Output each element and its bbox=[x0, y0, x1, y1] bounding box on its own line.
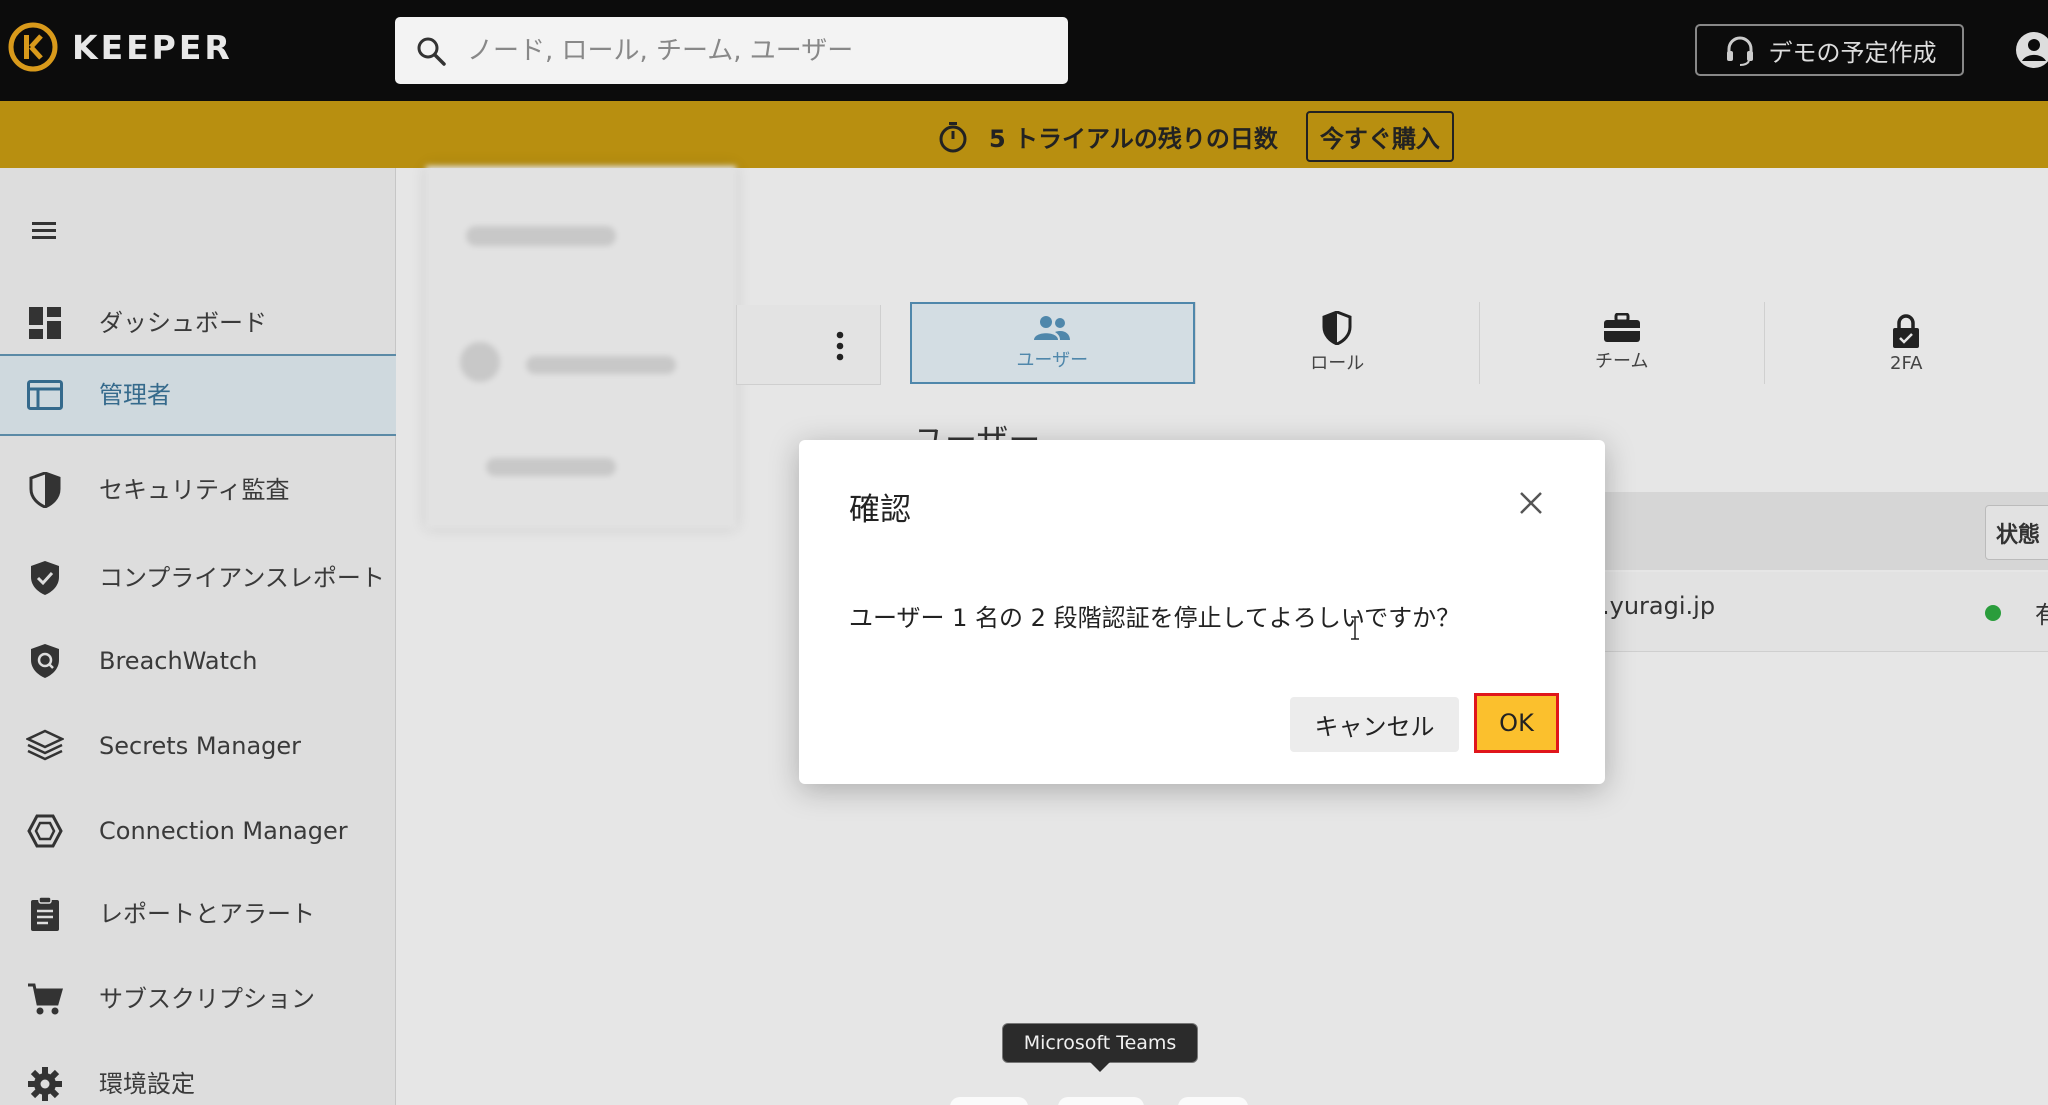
status-active-indicator bbox=[1985, 605, 2001, 621]
sidebar: ダッシュボード 管理者 セキュリティ監査 コンプライアンスレポート Breach… bbox=[0, 168, 396, 1105]
gear-icon bbox=[26, 1065, 64, 1103]
schedule-demo-label: デモの予定作成 bbox=[1768, 38, 1937, 67]
brand-name: KEEPER bbox=[72, 27, 233, 67]
keeper-logo[interactable]: KEEPER bbox=[8, 22, 233, 72]
keeper-logo-icon bbox=[8, 22, 58, 72]
confirm-dialog: 確認 ユーザー 1 名の 2 段階認証を停止してよろしいですか？ キャンセル O… bbox=[799, 440, 1605, 784]
cart-icon bbox=[26, 980, 64, 1018]
layers-icon bbox=[26, 727, 64, 765]
microsoft-teams-dock-icon[interactable] bbox=[1058, 1097, 1144, 1105]
tab-label: ユーザー bbox=[1016, 350, 1089, 371]
hamburger-menu-icon[interactable] bbox=[32, 220, 58, 242]
headset-icon bbox=[1726, 36, 1753, 66]
tab-label: 2FA bbox=[1890, 352, 1923, 374]
dock-app-icon[interactable] bbox=[950, 1097, 1028, 1105]
tab-roles[interactable]: ロール bbox=[1194, 302, 1479, 384]
cancel-button[interactable]: キャンセル bbox=[1290, 697, 1459, 752]
users-icon bbox=[1034, 316, 1071, 340]
trial-days-text: 5 トライアルの残りの日数 bbox=[989, 125, 1278, 153]
shield-icon bbox=[1322, 311, 1352, 345]
schedule-demo-button[interactable]: デモの予定作成 bbox=[1695, 24, 1964, 76]
ok-button[interactable]: OK bbox=[1474, 693, 1559, 753]
hexagon-icon bbox=[26, 812, 64, 850]
top-header: KEEPER デモの予定作成 bbox=[0, 0, 2048, 101]
shield-icon bbox=[26, 471, 64, 509]
breachwatch-icon bbox=[26, 642, 64, 680]
sidebar-item-settings[interactable]: 環境設定 bbox=[0, 1054, 396, 1105]
table-header bbox=[1600, 492, 2048, 570]
buy-now-button[interactable]: 今すぐ購入 bbox=[1305, 111, 1454, 162]
node-tree-panel bbox=[426, 166, 736, 528]
briefcase-icon bbox=[1603, 313, 1640, 342]
sidebar-item-reports-alerts[interactable]: レポートとアラート bbox=[0, 884, 396, 944]
shield-check-icon bbox=[26, 559, 64, 597]
sidebar-item-label: セキュリティ監査 bbox=[99, 476, 290, 504]
dashboard-icon bbox=[26, 304, 64, 342]
user-email: .yuragi.jp bbox=[1602, 592, 1716, 620]
sidebar-item-compliance-report[interactable]: コンプライアンスレポート bbox=[0, 528, 396, 628]
trial-banner: 5 トライアルの残りの日数 今すぐ購入 bbox=[0, 101, 2048, 168]
text-cursor-icon bbox=[1351, 616, 1359, 640]
sidebar-item-label: サブスクリプション bbox=[99, 985, 315, 1013]
sidebar-item-label: コンプライアンスレポート bbox=[99, 564, 385, 592]
sidebar-item-dashboard[interactable]: ダッシュボード bbox=[0, 293, 396, 353]
sidebar-item-security-audit[interactable]: セキュリティ監査 bbox=[0, 460, 396, 520]
sidebar-item-label: 管理者 bbox=[99, 381, 171, 409]
stopwatch-icon bbox=[939, 121, 967, 152]
tab-users[interactable]: ユーザー bbox=[910, 302, 1195, 384]
dock-tooltip: Microsoft Teams bbox=[1002, 1023, 1198, 1063]
clipboard-icon bbox=[26, 895, 64, 933]
tab-label: チーム bbox=[1595, 351, 1649, 372]
sidebar-item-breachwatch[interactable]: BreachWatch bbox=[0, 631, 396, 691]
admin-tabs: ユーザー ロール チーム 2FA bbox=[910, 302, 2048, 384]
search-box[interactable] bbox=[395, 17, 1068, 84]
tab-2fa[interactable]: 2FA bbox=[1763, 302, 2048, 384]
dialog-title: 確認 bbox=[849, 492, 911, 528]
node-options-area bbox=[736, 305, 881, 385]
sidebar-item-label: ダッシュボード bbox=[99, 309, 267, 337]
search-icon bbox=[417, 37, 446, 66]
dock-app-icon[interactable] bbox=[1178, 1097, 1248, 1105]
sidebar-item-subscription[interactable]: サブスクリプション bbox=[0, 969, 396, 1029]
sidebar-item-label: BreachWatch bbox=[99, 647, 258, 675]
sidebar-item-label: レポートとアラート bbox=[99, 900, 315, 928]
tooltip-arrow bbox=[1090, 1062, 1110, 1072]
sidebar-item-label: Connection Manager bbox=[99, 817, 348, 845]
sidebar-item-admin[interactable]: 管理者 bbox=[0, 354, 396, 436]
sidebar-item-label: 環境設定 bbox=[99, 1070, 195, 1098]
status-text: 有 bbox=[2035, 601, 2048, 629]
close-icon[interactable] bbox=[1516, 488, 1546, 518]
search-input[interactable] bbox=[467, 35, 1027, 66]
sidebar-item-connection-manager[interactable]: Connection Manager bbox=[0, 801, 396, 861]
kebab-menu-icon[interactable] bbox=[836, 331, 844, 361]
sidebar-item-label: Secrets Manager bbox=[99, 732, 302, 760]
admin-icon bbox=[26, 376, 64, 414]
dialog-message: ユーザー 1 名の 2 段階認証を停止してよろしいですか？ bbox=[849, 604, 1461, 632]
lock-icon bbox=[1893, 313, 1920, 348]
user-avatar-icon[interactable] bbox=[2015, 31, 2048, 69]
sidebar-item-secrets-manager[interactable]: Secrets Manager bbox=[0, 716, 396, 776]
tab-teams[interactable]: チーム bbox=[1479, 302, 1763, 384]
tab-label: ロール bbox=[1310, 353, 1365, 374]
column-header-state[interactable]: 状態 bbox=[1985, 505, 2048, 560]
